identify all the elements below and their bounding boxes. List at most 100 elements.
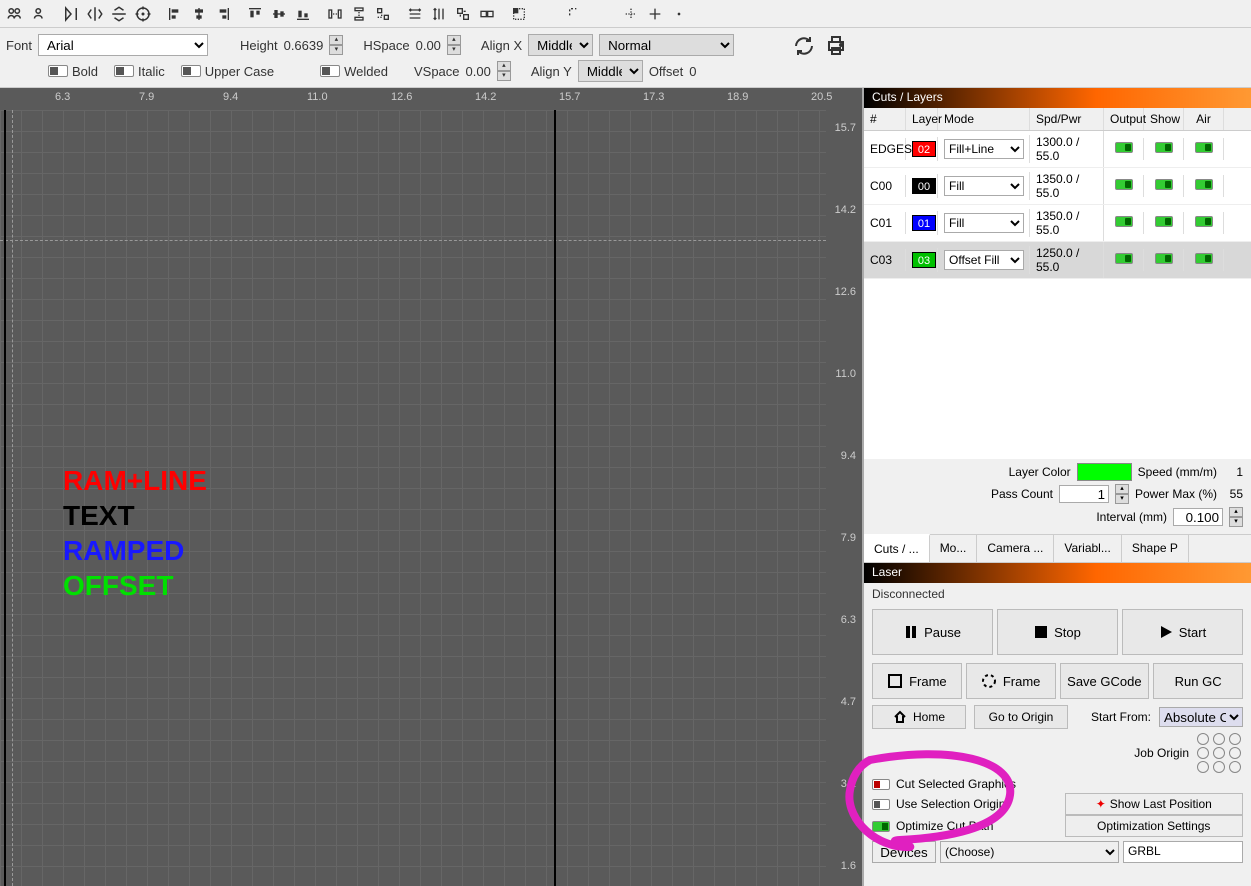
layer-props: Layer Color Speed (mm/m) 1 Pass Count ▴▾… (864, 459, 1251, 534)
job-origin-grid[interactable] (1197, 733, 1243, 773)
bold-toggle[interactable]: Bold (48, 64, 98, 79)
canvas-text[interactable]: OFFSET (63, 570, 173, 602)
cuts-panel-header: Cuts / Layers (864, 88, 1251, 108)
move-tl-icon[interactable] (508, 3, 530, 25)
frame-rect-button[interactable]: Frame (872, 663, 962, 699)
panel-tabs: Cuts / ...Mo...Camera ...Variabl...Shape… (864, 534, 1251, 563)
show-last-button[interactable]: ✦Show Last Position (1065, 793, 1244, 815)
panel-tab[interactable]: Variabl... (1054, 535, 1121, 562)
offset-value: 0 (689, 64, 696, 79)
pass-spinner[interactable]: ▴▾ (1115, 484, 1129, 504)
col-layer: Layer (906, 108, 938, 130)
panel-tab[interactable]: Mo... (930, 535, 978, 562)
italic-toggle[interactable]: Italic (114, 64, 165, 79)
pass-count-input[interactable] (1059, 485, 1109, 503)
canvas-text[interactable]: RAMPED (63, 535, 184, 567)
offset-label: Offset (649, 64, 683, 79)
align-center-icon[interactable] (132, 3, 154, 25)
layer-row[interactable]: C0101Fill1350.0 / 55.0 (864, 205, 1251, 242)
pause-button[interactable]: Pause (872, 609, 993, 655)
sel-cross-icon[interactable] (620, 3, 642, 25)
start-from-select[interactable]: Absolute Co (1159, 707, 1243, 727)
ruler-horizontal: 6.37.99.411.012.614.215.717.318.920.5 (0, 88, 862, 110)
col-mode: Mode (938, 108, 1030, 130)
dist-v-icon[interactable] (348, 3, 370, 25)
interval-input[interactable] (1173, 508, 1223, 526)
canvas-text[interactable]: RAM+LINE (63, 465, 207, 497)
vspace-spinner[interactable]: ▴▾ (497, 61, 511, 81)
height-value: 0.6639 (284, 38, 324, 53)
layer-row[interactable]: C0303Offset Fill1250.0 / 55.0 (864, 242, 1251, 279)
align-bottom-icon[interactable] (292, 3, 314, 25)
same-size2-icon[interactable] (476, 3, 498, 25)
flip-v-icon[interactable] (60, 3, 82, 25)
devices-button[interactable]: Devices (872, 841, 936, 863)
dist-both-icon[interactable] (372, 3, 394, 25)
align-right-icon[interactable] (212, 3, 234, 25)
cut-selected-toggle[interactable] (872, 779, 890, 790)
print-icon[interactable] (824, 34, 848, 58)
align-hcenter-icon[interactable] (188, 3, 210, 25)
aligny-select[interactable]: Middle (578, 60, 643, 82)
same-width-icon[interactable] (404, 3, 426, 25)
interval-spinner[interactable]: ▴▾ (1229, 507, 1243, 527)
refresh-icon[interactable] (792, 34, 816, 58)
layer-color-swatch[interactable] (1077, 463, 1132, 481)
panel-tab[interactable]: Camera ... (977, 535, 1054, 562)
opt-settings-button[interactable]: Optimization Settings (1065, 815, 1244, 837)
col-air: Air (1184, 108, 1224, 130)
col-out: Output (1104, 108, 1144, 130)
sel-plus-icon[interactable] (644, 3, 666, 25)
col-spd: Spd/Pwr (1030, 108, 1104, 130)
height-spinner[interactable]: ▴▾ (329, 35, 343, 55)
vspace-value: 0.00 (466, 64, 491, 79)
sel-corner-icon[interactable] (564, 3, 586, 25)
panel-tab[interactable]: Cuts / ... (864, 534, 930, 562)
alignx-select[interactable]: Middle (528, 34, 593, 56)
upper-toggle[interactable]: Upper Case (181, 64, 274, 79)
laser-header: Laser (864, 563, 1251, 583)
sel-dot-icon[interactable] (668, 3, 690, 25)
layer-row[interactable]: EDGES02Fill+Line1300.0 / 55.0 (864, 131, 1251, 168)
same-height-icon[interactable] (428, 3, 450, 25)
align-vcenter-icon[interactable] (268, 3, 290, 25)
device-select[interactable]: (Choose) (940, 841, 1119, 863)
frame-circle-button[interactable]: Frame (966, 663, 1056, 699)
font-label: Font (6, 38, 32, 53)
col-num: # (864, 108, 906, 130)
canvas-text[interactable]: TEXT (63, 500, 135, 532)
layer-row[interactable]: C0000Fill1350.0 / 55.0 (864, 168, 1251, 205)
top-toolbar (0, 0, 1251, 28)
laser-status: Disconnected (864, 583, 1251, 605)
ungroup-icon[interactable] (28, 3, 50, 25)
canvas-area: 6.37.99.411.012.614.215.717.318.920.5 15… (0, 88, 862, 886)
save-gcode-button[interactable]: Save GCode (1060, 663, 1150, 699)
group-icon[interactable] (4, 3, 26, 25)
mirror-v-icon[interactable] (108, 3, 130, 25)
align-left-icon[interactable] (164, 3, 186, 25)
vspace-label: VSpace (414, 64, 460, 79)
go-origin-button[interactable]: Go to Origin (974, 705, 1068, 729)
canvas[interactable]: RAM+LINETEXTRAMPEDOFFSET (0, 110, 826, 886)
hspace-value: 0.00 (416, 38, 441, 53)
align-top-icon[interactable] (244, 3, 266, 25)
hspace-spinner[interactable]: ▴▾ (447, 35, 461, 55)
dist-h-icon[interactable] (324, 3, 346, 25)
use-sel-origin-toggle[interactable] (872, 799, 890, 810)
col-show: Show (1144, 108, 1184, 130)
welded-toggle[interactable]: Welded (320, 64, 388, 79)
run-gcode-button[interactable]: Run GC (1153, 663, 1243, 699)
alignx-label: Align X (481, 38, 522, 53)
start-button[interactable]: Start (1122, 609, 1243, 655)
normal-select[interactable]: Normal (599, 34, 734, 56)
optimize-toggle[interactable] (872, 821, 890, 832)
panel-tab[interactable]: Shape P (1122, 535, 1189, 562)
font-select[interactable]: Arial (38, 34, 208, 56)
mirror-h-icon[interactable] (84, 3, 106, 25)
stop-button[interactable]: Stop (997, 609, 1118, 655)
ruler-vertical: 15.714.212.611.09.47.96.34.73.11.6 (826, 110, 862, 886)
height-label: Height (240, 38, 278, 53)
same-size-icon[interactable] (452, 3, 474, 25)
home-button[interactable]: Home (872, 705, 966, 729)
aligny-label: Align Y (531, 64, 572, 79)
